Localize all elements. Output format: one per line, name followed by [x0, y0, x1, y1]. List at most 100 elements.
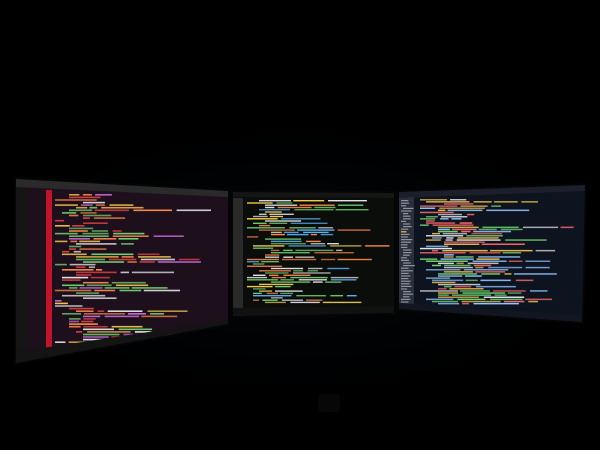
code-token: [432, 281, 456, 284]
code-token: [280, 279, 294, 281]
code-token: [101, 206, 144, 209]
code-token: [313, 281, 323, 283]
code-token: [283, 256, 293, 258]
code-token: [478, 256, 521, 258]
code-token: [426, 245, 449, 248]
code-token: [432, 264, 441, 267]
tree-item: [401, 202, 410, 204]
code-token: [461, 230, 471, 233]
code-token: [147, 310, 188, 312]
code-token: [502, 252, 522, 254]
code-token: [420, 211, 454, 214]
code-token: [247, 279, 278, 281]
code-token: [420, 205, 458, 207]
code-token: [55, 263, 67, 266]
tree-item: [403, 218, 411, 220]
code-token: [442, 249, 488, 252]
center-editor-titlebar: [233, 192, 394, 198]
code-token: [55, 341, 66, 343]
code-token: [178, 258, 200, 261]
code-token: [94, 289, 115, 292]
code-token: [253, 245, 285, 247]
center-monitor: [231, 190, 396, 318]
tree-item: [403, 226, 412, 228]
code-token: [330, 279, 357, 281]
code-token: [259, 290, 273, 292]
code-token: [76, 206, 88, 209]
code-token: [69, 307, 94, 310]
code-token: [521, 201, 538, 203]
code-token: [515, 279, 534, 282]
code-token: [283, 249, 293, 252]
code-token: [253, 222, 267, 224]
code-token: [293, 200, 325, 202]
code-token: [327, 267, 350, 270]
code-token: [491, 205, 501, 207]
code-token: [432, 232, 440, 235]
code-token: [262, 299, 278, 301]
tree-item: [401, 233, 410, 235]
code-token: [432, 279, 464, 282]
code-token: [70, 240, 78, 243]
code-token: [97, 310, 105, 312]
code-token: [69, 263, 96, 266]
code-token: [277, 206, 312, 209]
code-token: [426, 216, 438, 218]
code-token: [346, 295, 357, 297]
code-token: [87, 331, 131, 333]
code-token: [111, 325, 143, 328]
code-token: [69, 238, 90, 240]
code-token: [289, 227, 316, 229]
code-token: [459, 290, 490, 292]
code-token: [314, 206, 336, 209]
code-token: [104, 287, 130, 289]
code-token: [76, 243, 117, 245]
code-token: [290, 276, 328, 279]
code-token: [69, 196, 101, 199]
code-token: [76, 292, 99, 294]
code-token: [83, 336, 109, 338]
code-token: [480, 279, 511, 282]
code-token: [481, 273, 501, 275]
code-token: [473, 302, 519, 305]
code-token: [275, 290, 303, 292]
code-token: [69, 248, 76, 250]
code-token: [265, 256, 280, 258]
tree-item: [401, 301, 409, 303]
code-token: [91, 253, 134, 256]
code-token: [81, 320, 94, 323]
code-token: [150, 313, 164, 315]
code-token: [275, 285, 291, 288]
code-token: [420, 252, 466, 254]
code-token: [269, 222, 288, 224]
code-token: [503, 300, 525, 303]
code-token: [438, 228, 450, 231]
tree-item: [403, 249, 412, 251]
code-token: [535, 249, 556, 252]
code-token: [444, 271, 473, 273]
code-token: [426, 239, 441, 241]
code-token: [462, 302, 469, 305]
code-token: [55, 302, 68, 305]
left-editor-gutter: [46, 190, 52, 356]
code-token: [290, 301, 320, 304]
code-token: [253, 288, 266, 290]
code-token: [62, 250, 70, 253]
code-token: [83, 333, 120, 336]
code-token: [62, 294, 106, 297]
tree-item: [401, 275, 411, 277]
code-token: [451, 218, 462, 220]
code-token: [459, 222, 473, 224]
code-token: [494, 201, 518, 203]
code-token: [94, 209, 129, 212]
code-token: [69, 325, 81, 328]
code-token: [82, 194, 92, 196]
code-token: [281, 299, 303, 301]
code-token: [420, 218, 436, 220]
code-token: [266, 292, 278, 295]
code-token: [330, 245, 362, 247]
code-token: [438, 302, 460, 305]
code-token: [426, 220, 435, 222]
code-token: [253, 247, 274, 249]
code-token: [286, 233, 309, 236]
